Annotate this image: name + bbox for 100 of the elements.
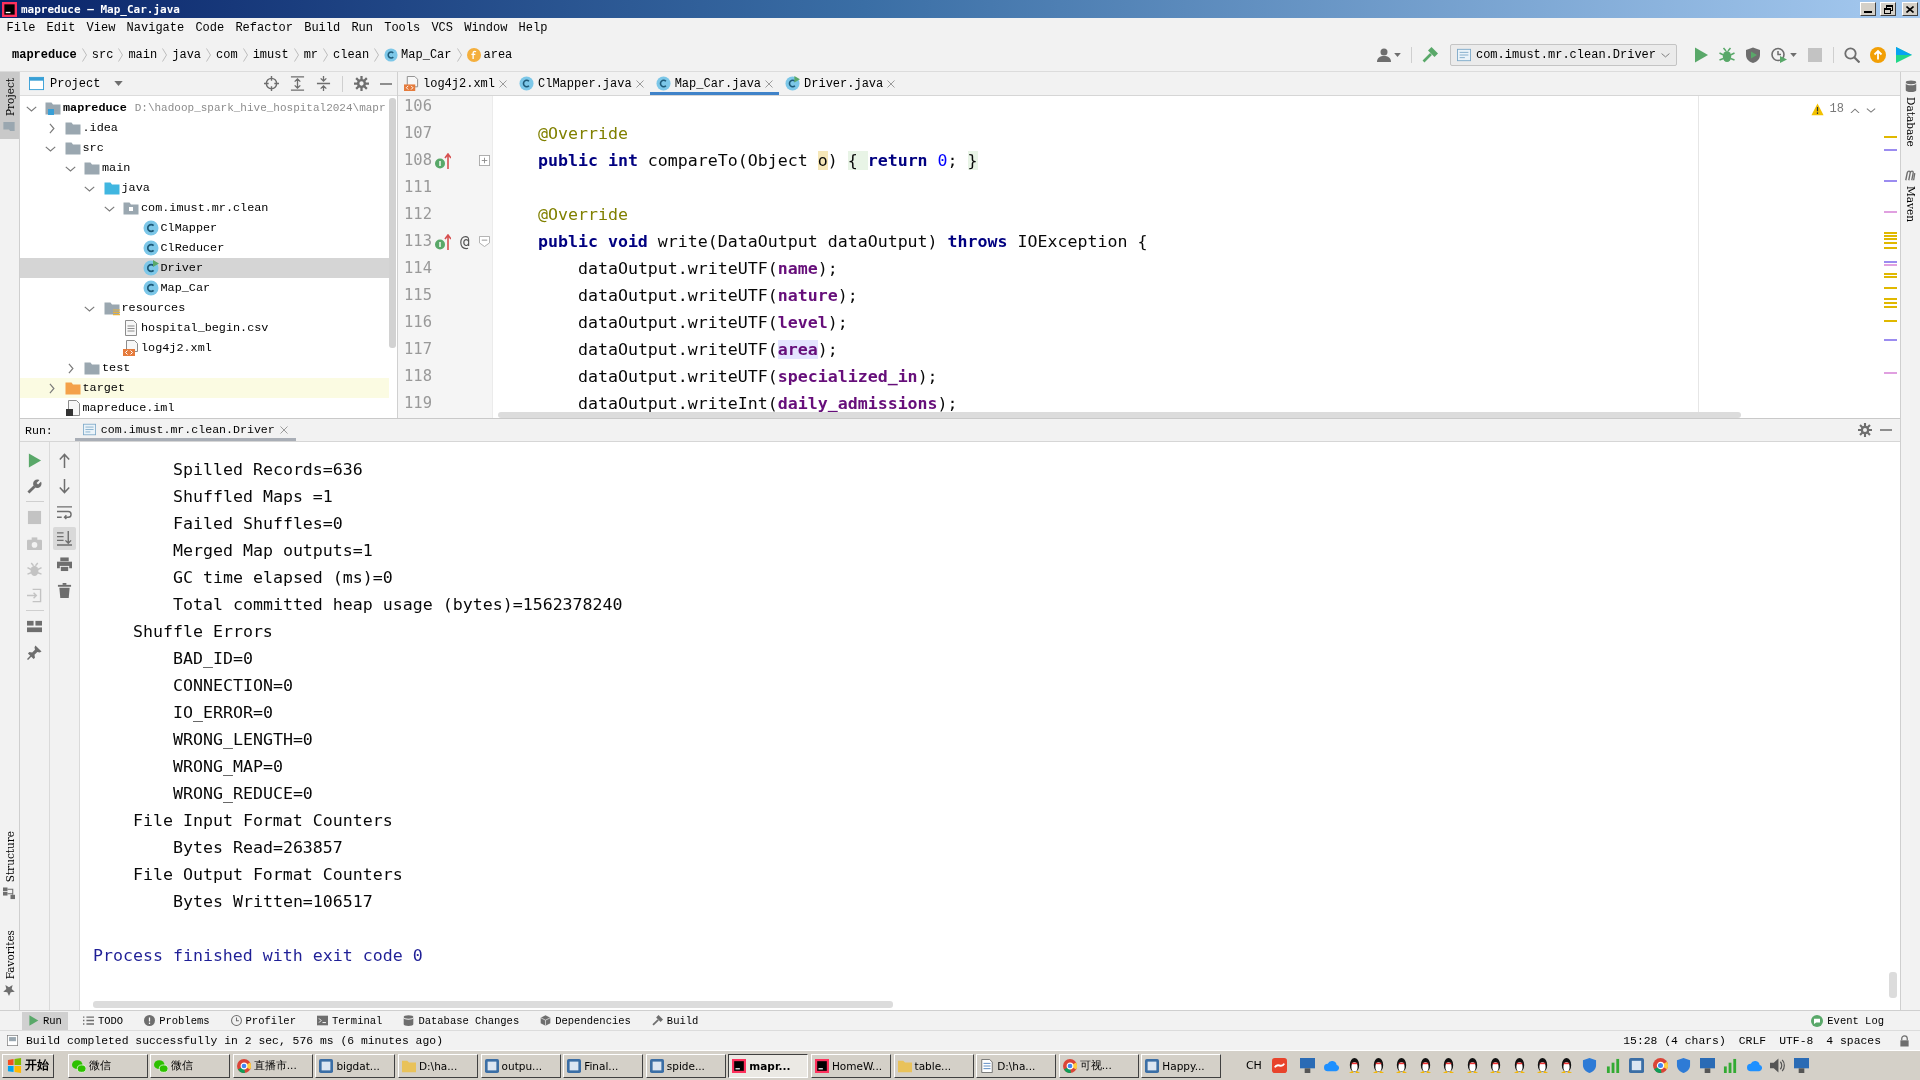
- menu-item[interactable]: View: [81, 20, 121, 36]
- warning-icon[interactable]: [1810, 102, 1824, 116]
- message-icon[interactable]: [7, 1035, 18, 1046]
- taskbar-button[interactable]: Final...: [563, 1053, 644, 1078]
- breadcrumb-item[interactable]: imust: [252, 47, 289, 62]
- tree-item[interactable]: test: [20, 358, 389, 378]
- status-item[interactable]: 4 spaces: [1826, 1034, 1881, 1047]
- collapse-all-icon[interactable]: [316, 76, 331, 91]
- tool-window-tab[interactable]: Favorites: [0, 923, 19, 1002]
- tree-item[interactable]: mapreduce D:\hadoop_spark_hive_hospital2024\mapr: [20, 98, 389, 118]
- shield-icon[interactable]: [1676, 1058, 1692, 1073]
- arrow-up-icon[interactable]: [57, 452, 72, 468]
- close-icon[interactable]: [765, 79, 774, 88]
- breadcrumb-item[interactable]: src: [91, 47, 114, 62]
- editor-tab[interactable]: ClMapper.java: [513, 72, 650, 95]
- menu-item[interactable]: Window: [458, 20, 513, 36]
- breadcrumb-item[interactable]: Map_Car: [384, 47, 452, 62]
- tool-window-tab[interactable]: Database: [1901, 74, 1920, 153]
- settings-icon[interactable]: [1858, 423, 1872, 437]
- menu-item[interactable]: Build: [298, 20, 346, 36]
- menu-item[interactable]: Tools: [378, 20, 426, 36]
- taskbar-button[interactable]: mapr...: [728, 1053, 809, 1078]
- tool-window-button[interactable]: Profiler: [224, 1011, 302, 1030]
- annotation-marker[interactable]: @: [460, 232, 470, 251]
- restore-window-button[interactable]: [1880, 2, 1896, 16]
- arrow-down-icon[interactable]: [57, 478, 72, 494]
- chevron-down-icon[interactable]: [25, 104, 37, 112]
- editor-tab[interactable]: log4j2.xml: [398, 72, 513, 95]
- taskbar-button[interactable]: spide...: [645, 1053, 726, 1078]
- settings-icon[interactable]: [354, 76, 369, 91]
- app-logo-icon[interactable]: [1896, 46, 1912, 63]
- tree-item[interactable]: java: [20, 178, 389, 198]
- run-configuration-dropdown[interactable]: com.imust.mr.clean.Driver: [1449, 43, 1677, 66]
- breadcrumb-item[interactable]: area: [466, 47, 513, 62]
- shield-icon[interactable]: [1582, 1058, 1598, 1073]
- taskbar-button[interactable]: D:\ha...: [397, 1053, 478, 1078]
- close-window-button[interactable]: [1902, 2, 1918, 16]
- tree-item[interactable]: ClMapper: [20, 218, 389, 238]
- minimize-icon[interactable]: [380, 82, 392, 85]
- monitor-icon[interactable]: [1300, 1058, 1316, 1073]
- speaker-icon[interactable]: [1770, 1058, 1786, 1073]
- menu-item[interactable]: Run: [345, 20, 379, 36]
- taskbar-button[interactable]: Happy...: [1141, 1053, 1222, 1078]
- tool-window-button[interactable]: Terminal: [310, 1011, 389, 1030]
- menu-item[interactable]: Refactor: [229, 20, 299, 36]
- trash-icon[interactable]: [57, 582, 72, 598]
- tree-item[interactable]: Driver: [20, 258, 389, 278]
- chevron-down-icon[interactable]: [84, 304, 95, 312]
- tree-item[interactable]: target: [20, 378, 389, 398]
- editor-tab[interactable]: Driver.java: [779, 72, 902, 95]
- minimize-window-button[interactable]: [1860, 2, 1876, 16]
- menu-item[interactable]: File: [1, 20, 41, 36]
- tree-item[interactable]: ClReducer: [20, 238, 389, 258]
- breadcrumb-item[interactable]: java: [172, 47, 202, 62]
- project-view-dropdown[interactable]: Project: [29, 76, 124, 91]
- search-icon[interactable]: [1844, 46, 1860, 63]
- vertical-scrollbar[interactable]: [1889, 972, 1897, 998]
- monitor-icon[interactable]: [1793, 1058, 1809, 1073]
- taskbar-button[interactable]: 微信: [150, 1053, 231, 1078]
- cloud-icon[interactable]: [1746, 1058, 1762, 1073]
- bug-icon[interactable]: [1719, 46, 1735, 63]
- horizontal-scrollbar[interactable]: [93, 1001, 893, 1008]
- tool-window-button[interactable]: Database Changes: [397, 1011, 526, 1030]
- input-language[interactable]: CH: [1245, 1059, 1262, 1072]
- taskbar-button[interactable]: D:\ha...: [976, 1053, 1057, 1078]
- close-icon[interactable]: [635, 79, 644, 88]
- tool-window-tab[interactable]: Project: [0, 72, 19, 139]
- breadcrumb-item[interactable]: mapreduce: [12, 47, 77, 62]
- taskbar-button[interactable]: bigdat...: [315, 1053, 396, 1078]
- tool-window-tab[interactable]: Structure: [0, 825, 19, 906]
- chevron-down-icon[interactable]: [103, 204, 115, 212]
- play-icon[interactable]: [27, 452, 42, 468]
- tree-item[interactable]: main: [20, 158, 389, 178]
- menu-item[interactable]: Navigate: [121, 20, 190, 36]
- tool-window-button[interactable]: Build: [645, 1011, 705, 1030]
- tool-window-button[interactable]: Problems: [138, 1011, 216, 1030]
- scroll-to-end-icon[interactable]: [53, 526, 76, 550]
- horizontal-scrollbar[interactable]: [498, 412, 1741, 418]
- shield-icon[interactable]: [1745, 46, 1761, 63]
- close-icon[interactable]: [499, 79, 507, 88]
- tool-window-button[interactable]: Dependencies: [534, 1011, 637, 1030]
- layout-icon[interactable]: [27, 618, 42, 634]
- menu-item[interactable]: Code: [189, 20, 230, 36]
- breadcrumb-item[interactable]: mr: [303, 47, 319, 62]
- crosshair-icon[interactable]: [264, 76, 279, 91]
- tree-item[interactable]: Map_Car: [20, 278, 389, 298]
- expand-all-icon[interactable]: [290, 76, 305, 91]
- breadcrumb-item[interactable]: clean: [333, 47, 370, 62]
- tree-item[interactable]: mapreduce.iml: [20, 398, 389, 418]
- monitor-icon[interactable]: [1699, 1058, 1715, 1073]
- tree-item[interactable]: .idea: [20, 118, 389, 138]
- menu-item[interactable]: Edit: [41, 20, 81, 36]
- warning-count[interactable]: 18: [1829, 102, 1844, 116]
- caret-icon[interactable]: [1790, 52, 1797, 57]
- user-icon[interactable]: [1376, 47, 1391, 62]
- lock-icon[interactable]: [1899, 1034, 1910, 1047]
- tree-item[interactable]: src: [20, 138, 389, 158]
- update-icon[interactable]: [1870, 46, 1886, 63]
- status-item[interactable]: 15:28 (4 chars): [1623, 1034, 1726, 1047]
- tool-window-button[interactable]: TODO: [76, 1011, 130, 1030]
